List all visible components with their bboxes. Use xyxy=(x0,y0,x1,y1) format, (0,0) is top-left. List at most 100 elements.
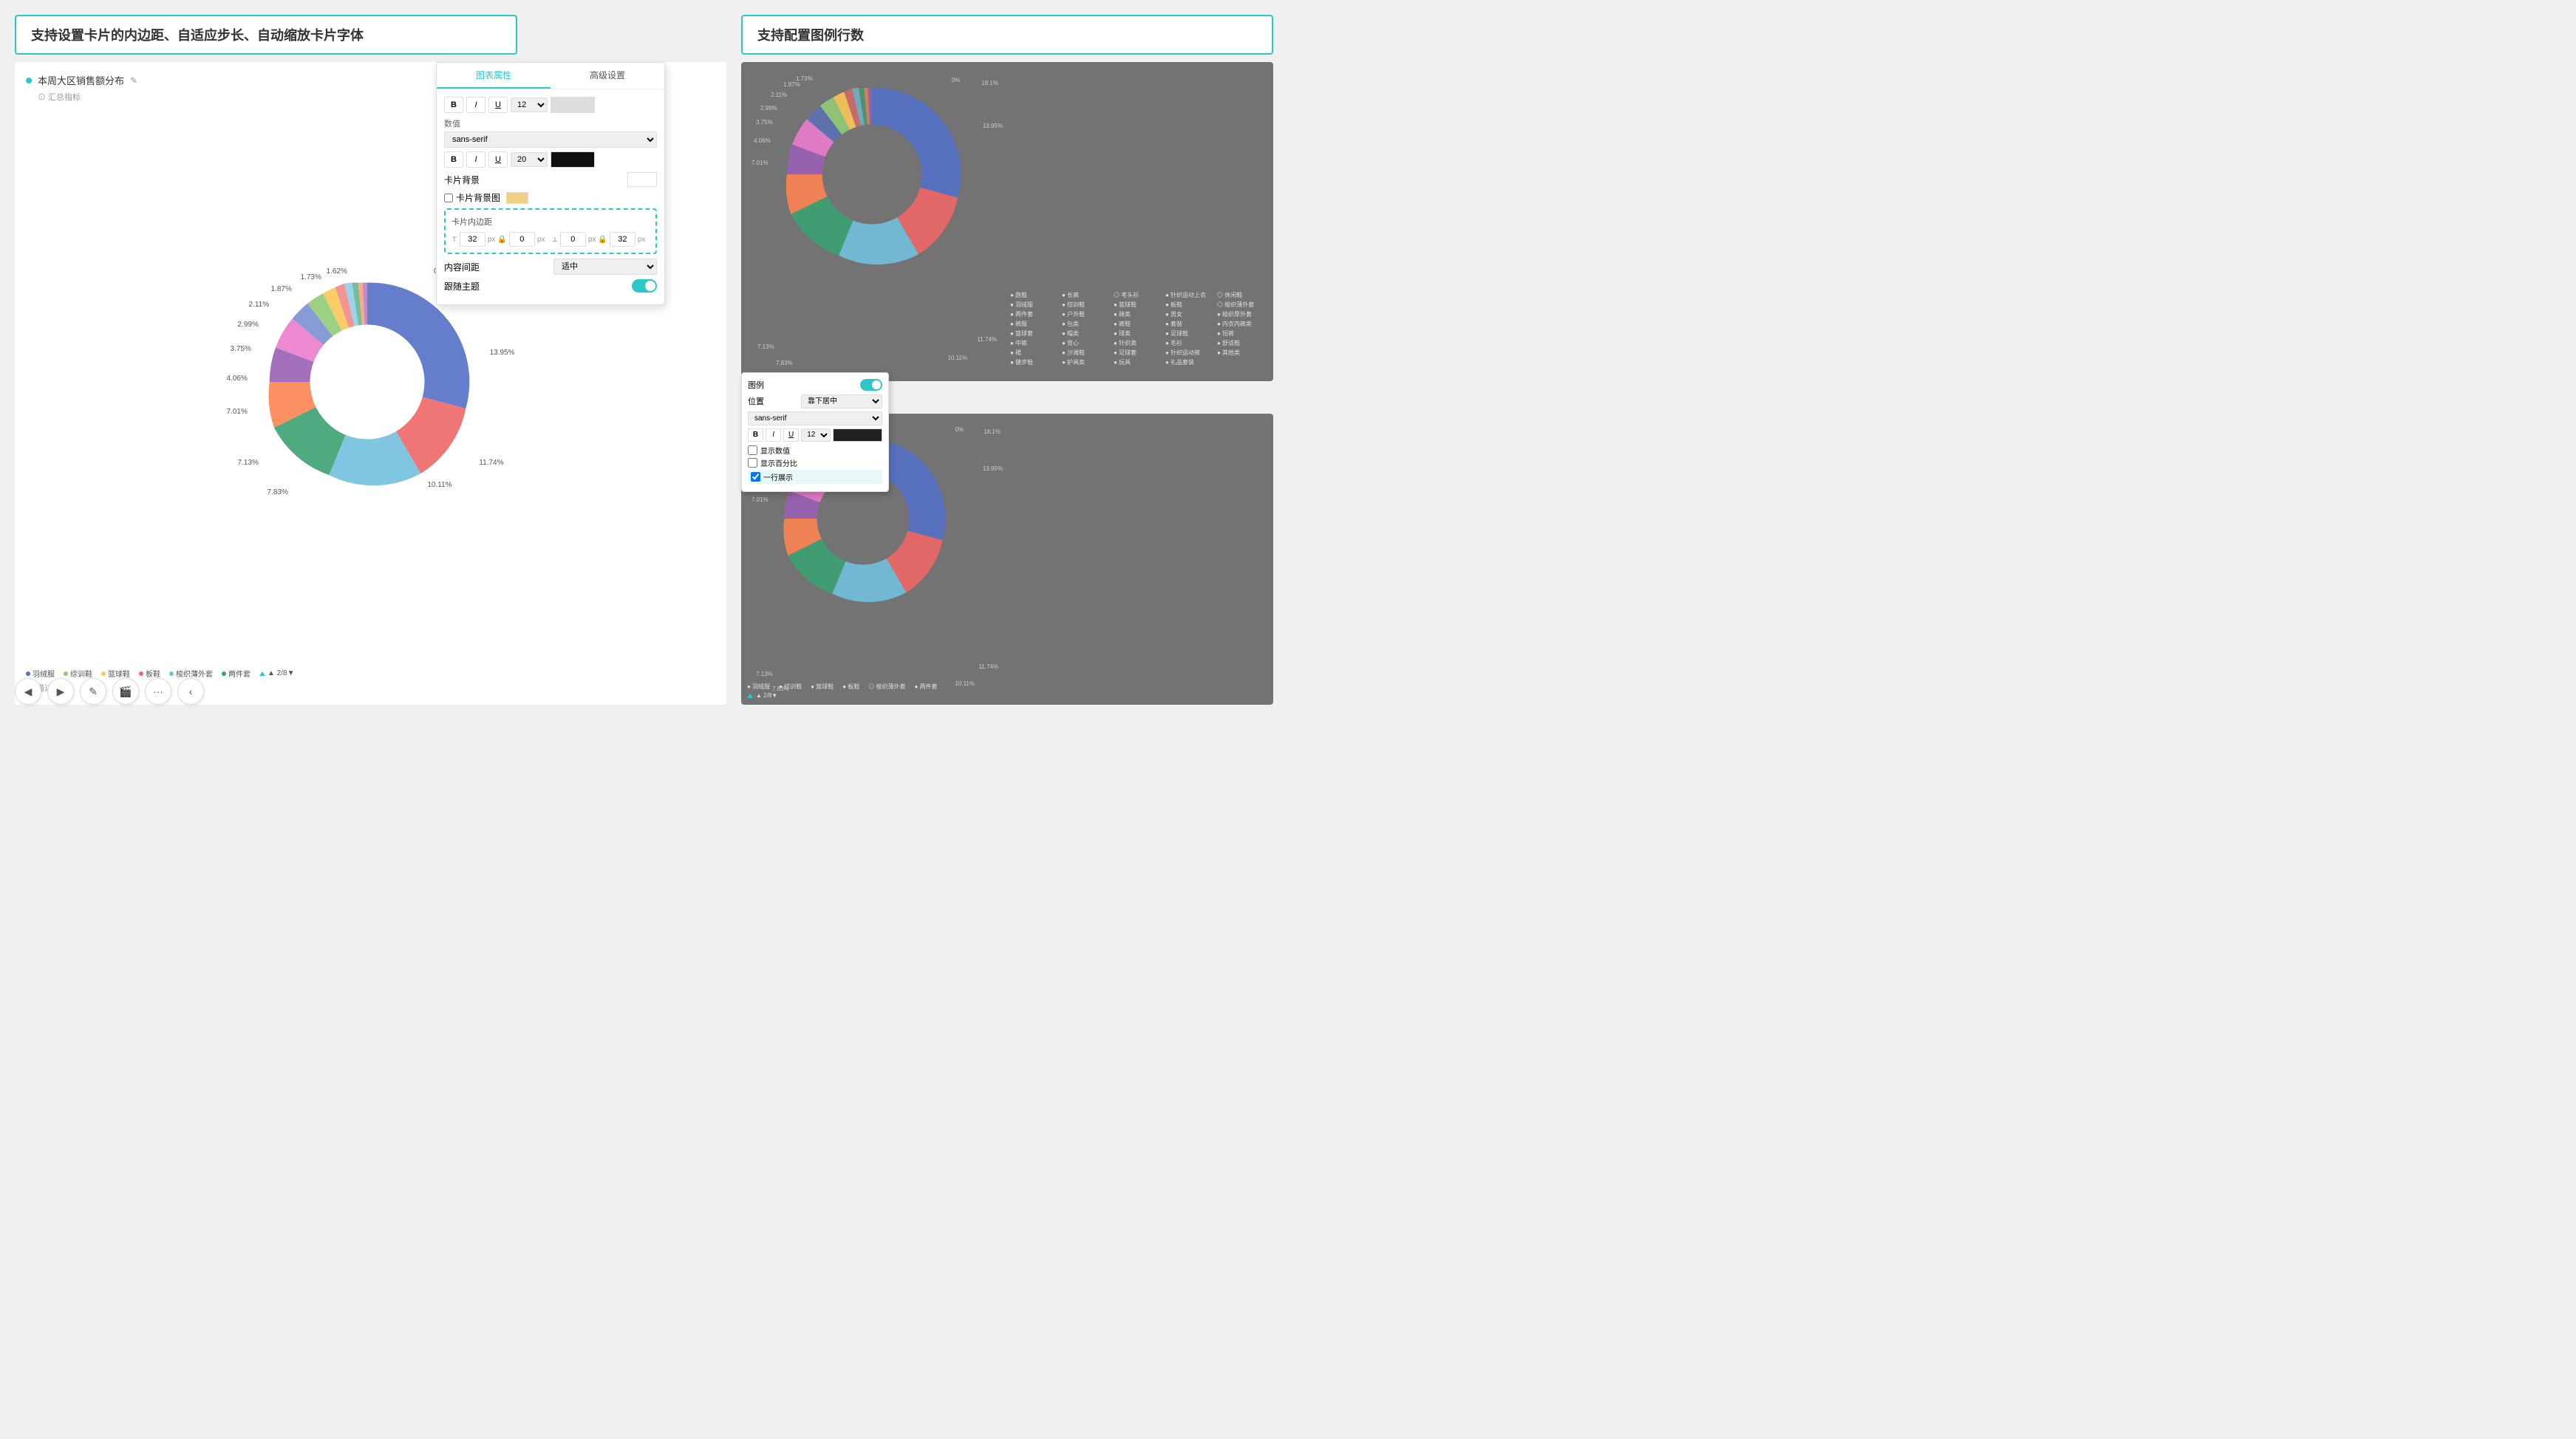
lg-30: ● 舒适鞋 xyxy=(1217,339,1264,347)
italic-btn-1[interactable]: I xyxy=(466,97,485,113)
lg-21: ● 篮球套 xyxy=(1010,329,1057,338)
rc2-triangle xyxy=(747,694,753,698)
lg-3: ◎ 考头衫 xyxy=(1114,291,1161,299)
tab-chart-properties[interactable]: 图表属性 xyxy=(437,63,551,89)
padding-right-unit: px xyxy=(537,236,545,244)
play-btn[interactable]: ▶ xyxy=(47,678,74,705)
lg-4: ● 针织运动上衣 xyxy=(1165,291,1213,299)
lock-icon-1: 🔒 xyxy=(497,236,506,244)
position-label: 位置 xyxy=(748,395,764,407)
spacing-select[interactable]: 适中 紧凑 宽松 xyxy=(553,259,657,275)
lg-6: ● 羽绒服 xyxy=(1010,301,1057,309)
tab-advanced[interactable]: 高级设置 xyxy=(551,63,664,89)
lg-32: ● 沙滩鞋 xyxy=(1062,349,1109,357)
lock-icon-2: 🔒 xyxy=(598,236,607,244)
lg-13: ● 袜类 xyxy=(1114,310,1161,318)
padding-inputs: ⊤ px 🔒 px ⊥ px 🔒 xyxy=(452,232,650,247)
popup-size-select[interactable]: 12 xyxy=(801,428,831,442)
color-box-2[interactable] xyxy=(551,151,595,168)
lg-7: ● 综训鞋 xyxy=(1062,301,1109,309)
underline-btn-1[interactable]: U xyxy=(488,97,508,113)
lg-12: ● 户外鞋 xyxy=(1062,310,1109,318)
edit-btn[interactable]: ✎ xyxy=(80,678,106,705)
one-row-label: 一行展示 xyxy=(763,471,793,482)
rc2-lg-6: ● 两件套 xyxy=(914,683,937,691)
popup-bold-btn[interactable]: B xyxy=(748,428,763,442)
popup-color-box[interactable] xyxy=(833,428,882,442)
padding-left-unit: px xyxy=(638,236,646,244)
show-percent-checkbox[interactable] xyxy=(748,458,757,468)
lg-35: ● 其他类 xyxy=(1217,349,1264,357)
padding-top-input[interactable] xyxy=(460,232,485,247)
popup-show-percent: 显示百分比 xyxy=(748,457,882,468)
legend-item-2: 综训鞋 xyxy=(64,668,92,679)
position-select[interactable]: 靠下居中 靠上居中 左侧 右侧 xyxy=(801,394,882,409)
prev-icon: ◀ xyxy=(24,686,33,698)
rc1-legend-grid: ● 跑鞋 ● 长裤 ◎ 考头衫 ● 针织运动上衣 ◎ 休闲鞋 ● 羽绒服 ● 综… xyxy=(1010,291,1264,366)
rc2-lg-1: ● 羽绒服 xyxy=(747,683,770,691)
rc2-label-13: 13.95% xyxy=(983,465,1003,472)
rc1-label-10: 10.11% xyxy=(947,355,967,361)
lg-37: ● 护具类 xyxy=(1062,358,1109,366)
card-bg-img-row: 卡片背景图 xyxy=(444,191,657,204)
lg-14: ● 男女 xyxy=(1165,310,1213,318)
font-size-select-1[interactable]: 12141620 xyxy=(511,98,548,112)
legend-popup-toggle[interactable] xyxy=(860,379,882,391)
popup-italic-btn[interactable]: I xyxy=(766,428,781,442)
padding-bottom-input[interactable] xyxy=(560,232,586,247)
right-panel: 支持配置图例行数 0% 18.1% 13.95% 11.74% 10.11% 7… xyxy=(741,15,1273,705)
color-box-1[interactable] xyxy=(551,97,595,113)
padding-left-input[interactable] xyxy=(610,232,636,247)
back-icon: ‹ xyxy=(189,686,193,697)
popup-one-row: 一行展示 xyxy=(748,470,882,484)
legend-popup: 图例 位置 靠下居中 靠上居中 左侧 右侧 sans-serif xyxy=(741,372,889,492)
padding-right-input[interactable] xyxy=(509,232,535,247)
card-bg-box[interactable] xyxy=(627,172,657,187)
edit-icon[interactable]: ✎ xyxy=(130,75,137,86)
card-bg-img-checkbox[interactable] xyxy=(444,194,453,202)
italic-btn-2[interactable]: I xyxy=(466,151,485,168)
lg-19: ● 套装 xyxy=(1165,320,1213,328)
font-size-select-2[interactable]: 20121416 xyxy=(511,152,548,167)
bold-btn-2[interactable]: B xyxy=(444,151,463,168)
legend-popup-position: 位置 靠下居中 靠上居中 左侧 右侧 xyxy=(748,394,882,409)
bold-btn-1[interactable]: B xyxy=(444,97,463,113)
padding-row-bottom: ⊥ px 🔒 px xyxy=(552,232,650,247)
lg-9: ● 板鞋 xyxy=(1165,301,1213,309)
lg-8: ● 篮球鞋 xyxy=(1114,301,1161,309)
lg-2: ● 长裤 xyxy=(1062,291,1109,299)
follow-theme-toggle[interactable] xyxy=(632,279,657,293)
popup-font-select[interactable]: sans-serif xyxy=(748,411,882,425)
rc2-label-11: 11.74% xyxy=(978,663,998,670)
chart-dot xyxy=(26,78,32,83)
legend-item-5: 梭织薄外套 xyxy=(169,668,213,679)
play-icon: ▶ xyxy=(57,686,65,698)
prev-btn[interactable]: ◀ xyxy=(15,678,41,705)
rc1-label-713: 7.13% xyxy=(757,343,774,350)
underline-btn-2[interactable]: U xyxy=(488,151,508,168)
rc2-label-713: 7.13% xyxy=(756,671,773,677)
back-btn[interactable]: ‹ xyxy=(177,678,204,705)
padding-row-top: ⊤ px 🔒 px xyxy=(452,232,549,247)
edit-icon-toolbar: ✎ xyxy=(89,686,98,698)
follow-theme-row: 跟随主题 xyxy=(444,279,657,293)
padding-top-unit: px xyxy=(488,236,496,244)
rc2-label-701: 7.01% xyxy=(752,496,769,503)
show-value-checkbox[interactable] xyxy=(748,445,757,455)
format-row-2: B I U 20121416 xyxy=(444,151,657,168)
lg-1: ● 跑鞋 xyxy=(1010,291,1057,299)
content-spacing-row: 内容间距 适中 紧凑 宽松 xyxy=(444,259,657,275)
video-btn[interactable]: 🎬 xyxy=(112,678,139,705)
popup-underline-btn[interactable]: U xyxy=(783,428,799,442)
rc1-donut-svg xyxy=(772,75,972,274)
follow-theme-label: 跟随主题 xyxy=(444,280,480,293)
one-row-checkbox[interactable] xyxy=(751,472,760,482)
font-select[interactable]: sans-serif serif xyxy=(444,131,657,148)
more-btn[interactable]: ··· xyxy=(145,678,171,705)
lg-36: ● 健步鞋 xyxy=(1010,358,1057,366)
rc1-label-406: 4.06% xyxy=(754,137,771,144)
lg-18: ● 裤鞋 xyxy=(1114,320,1161,328)
settings-body: B I U 12141620 数值 sans-serif serif xyxy=(437,89,664,304)
padding-bottom-unit: px xyxy=(588,236,596,244)
lg-15: ● 梭织厚外套 xyxy=(1217,310,1264,318)
